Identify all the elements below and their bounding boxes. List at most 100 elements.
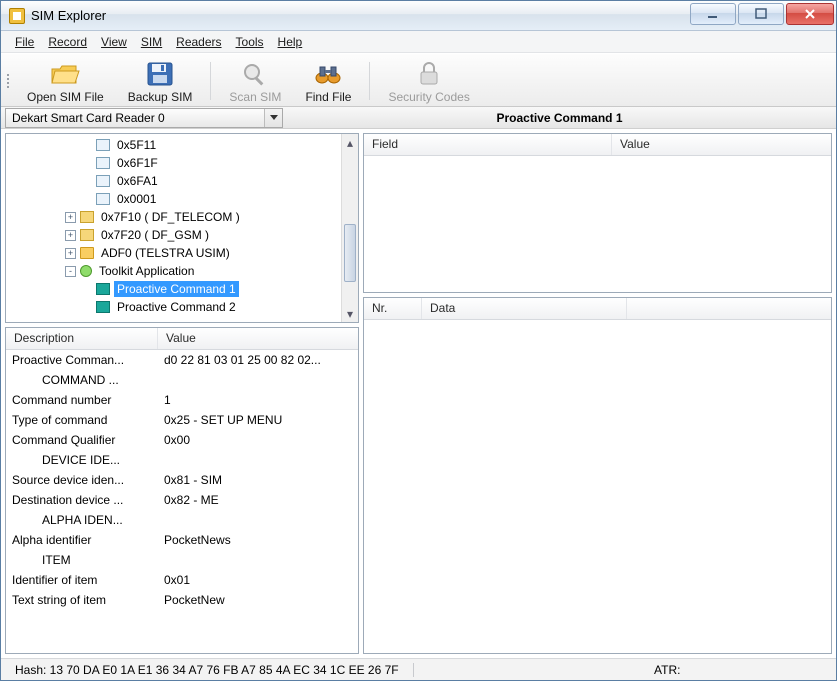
tree-node-label: Toolkit Application <box>96 263 197 279</box>
value-cell: 0x00 <box>158 433 358 447</box>
value-cell: 1 <box>158 393 358 407</box>
field-value-panel: Field Value <box>363 133 832 293</box>
close-button[interactable] <box>786 3 834 25</box>
menu-record[interactable]: Record <box>42 33 93 51</box>
scroll-thumb[interactable] <box>344 224 356 282</box>
folder-icon <box>80 247 94 259</box>
scan-sim-label: Scan SIM <box>229 90 281 104</box>
security-codes-button[interactable]: Security Codes <box>376 56 481 106</box>
tree-node[interactable]: ⋮Proactive Command 2 <box>10 298 358 316</box>
titlebar: SIM Explorer <box>1 1 836 31</box>
find-file-button[interactable]: Find File <box>293 56 363 106</box>
find-file-label: Find File <box>305 90 351 104</box>
tree-node[interactable]: ⋮0x6FA1 <box>10 172 358 190</box>
tree-node[interactable]: ⋮+ADF0 (TELSTRA USIM) <box>10 244 358 262</box>
tree-node[interactable]: ⋮0x6F1F <box>10 154 358 172</box>
table-row[interactable]: Command Qualifier0x00 <box>6 430 358 450</box>
status-atr: ATR: <box>648 661 828 679</box>
reader-dropdown[interactable]: Dekart Smart Card Reader 0 <box>5 108 283 128</box>
expand-icon[interactable]: + <box>65 212 76 223</box>
toolbar-separator <box>210 62 211 100</box>
folder-open-icon <box>49 60 81 88</box>
scan-sim-button[interactable]: Scan SIM <box>217 56 293 106</box>
description-col-header[interactable]: Description <box>6 328 158 349</box>
value-cell: PocketNews <box>158 533 358 547</box>
ef-icon <box>96 193 110 205</box>
value-cell: 0x25 - SET UP MENU <box>158 413 358 427</box>
value-cell: d0 22 81 03 01 25 00 82 02... <box>158 353 358 367</box>
table-row[interactable]: Source device iden...0x81 - SIM <box>6 470 358 490</box>
tree-node[interactable]: ⋮+0x7F10 ( DF_TELECOM ) <box>10 208 358 226</box>
menu-tools[interactable]: Tools <box>230 33 270 51</box>
table-row[interactable]: Destination device ...0x82 - ME <box>6 490 358 510</box>
field-col-header[interactable]: Field <box>364 134 612 155</box>
tree-node[interactable]: ⋮0x0001 <box>10 190 358 208</box>
backup-sim-label: Backup SIM <box>128 90 193 104</box>
table-row[interactable]: Identifier of item0x01 <box>6 570 358 590</box>
description-cell: ALPHA IDEN... <box>6 513 158 527</box>
tree-node[interactable]: ⋮-Toolkit Application <box>10 262 358 280</box>
tree-node-label: 0x0001 <box>114 191 159 207</box>
description-cell: Type of command <box>6 413 158 427</box>
table-row[interactable]: Type of command0x25 - SET UP MENU <box>6 410 358 430</box>
extra-col-header[interactable] <box>627 298 831 319</box>
table-row[interactable]: Command number1 <box>6 390 358 410</box>
app-icon <box>80 265 92 277</box>
open-sim-file-button[interactable]: Open SIM File <box>15 56 116 106</box>
status-separator <box>413 663 414 677</box>
description-cell: Text string of item <box>6 593 158 607</box>
security-codes-label: Security Codes <box>388 90 469 104</box>
field-value-header: Field Value <box>364 134 831 156</box>
table-row[interactable]: ITEM <box>6 550 358 570</box>
menu-help[interactable]: Help <box>272 33 309 51</box>
nr-data-header: Nr. Data <box>364 298 831 320</box>
cmd-icon <box>96 283 110 295</box>
expand-icon[interactable]: + <box>65 230 76 241</box>
magnifier-icon <box>239 60 271 88</box>
binoculars-icon <box>312 60 344 88</box>
tree-scrollbar[interactable]: ▴ ▾ <box>341 134 358 322</box>
scroll-up-icon[interactable]: ▴ <box>342 134 358 151</box>
tree-node-label: 0x5F11 <box>114 137 159 153</box>
field-value-rows <box>364 156 831 292</box>
toolbar-grip[interactable] <box>5 56 11 106</box>
tree-node-label: Proactive Command 2 <box>114 299 239 315</box>
nr-col-header[interactable]: Nr. <box>364 298 422 319</box>
collapse-icon[interactable]: - <box>65 266 76 277</box>
tree-node-label: Proactive Command 1 <box>114 281 239 297</box>
file-tree[interactable]: ⋮0x5F11⋮0x6F1F⋮0x6FA1⋮0x0001⋮+0x7F10 ( D… <box>6 134 358 318</box>
value-col-header[interactable]: Value <box>158 328 358 349</box>
tree-node[interactable]: ⋮Proactive Command 1 <box>10 280 358 298</box>
tree-node[interactable]: ⋮+0x7F20 ( DF_GSM ) <box>10 226 358 244</box>
reader-dropdown-value: Dekart Smart Card Reader 0 <box>12 111 165 125</box>
table-row[interactable]: COMMAND ... <box>6 370 358 390</box>
menu-readers[interactable]: Readers <box>170 33 227 51</box>
menu-file[interactable]: File <box>9 33 40 51</box>
chevron-down-icon <box>264 109 282 127</box>
tree-node-label: 0x6F1F <box>114 155 161 171</box>
value-cell: 0x01 <box>158 573 358 587</box>
app-icon <box>9 8 25 24</box>
table-row[interactable]: DEVICE IDE... <box>6 450 358 470</box>
table-row[interactable]: Text string of itemPocketNew <box>6 590 358 610</box>
tree-panel: ⋮0x5F11⋮0x6F1F⋮0x6FA1⋮0x0001⋮+0x7F10 ( D… <box>5 133 359 323</box>
table-row[interactable]: Alpha identifierPocketNews <box>6 530 358 550</box>
menu-view[interactable]: View <box>95 33 133 51</box>
maximize-button[interactable] <box>738 3 784 25</box>
status-bar: Hash: 13 70 DA E0 1A E1 36 34 A7 76 FB A… <box>1 658 836 680</box>
table-row[interactable]: ALPHA IDEN... <box>6 510 358 530</box>
field-value-col-header[interactable]: Value <box>612 134 831 155</box>
description-cell: Command Qualifier <box>6 433 158 447</box>
backup-sim-button[interactable]: Backup SIM <box>116 56 205 106</box>
menu-sim[interactable]: SIM <box>135 33 168 51</box>
tree-node[interactable]: ⋮0x5F11 <box>10 136 358 154</box>
expand-icon[interactable]: + <box>65 248 76 259</box>
minimize-button[interactable] <box>690 3 736 25</box>
value-cell: 0x82 - ME <box>158 493 358 507</box>
data-col-header[interactable]: Data <box>422 298 627 319</box>
description-cell: Proactive Comman... <box>6 353 158 367</box>
table-row[interactable]: Proactive Comman...d0 22 81 03 01 25 00 … <box>6 350 358 370</box>
value-cell: 0x81 - SIM <box>158 473 358 487</box>
scroll-down-icon[interactable]: ▾ <box>342 305 358 322</box>
description-cell: Identifier of item <box>6 573 158 587</box>
